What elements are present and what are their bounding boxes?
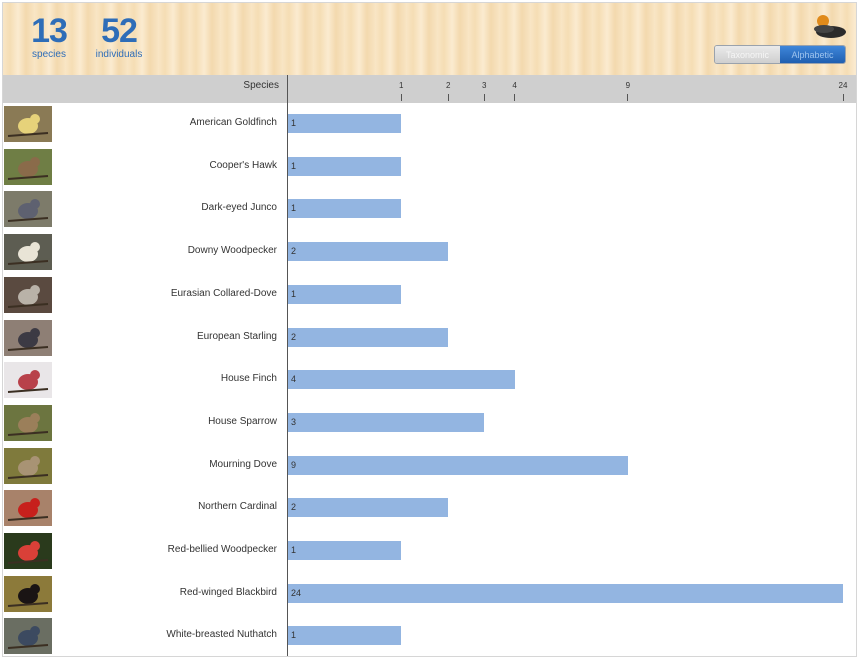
species-name: Cooper's Hawk <box>209 159 278 171</box>
tick-mark <box>627 94 629 101</box>
species-name: House Finch <box>220 373 277 385</box>
tick-label: 9 <box>625 81 631 90</box>
count-label: 1 <box>291 545 297 555</box>
species-name: European Starling <box>196 330 277 342</box>
count-bar: 4 <box>288 370 515 390</box>
tick-label: 1 <box>399 81 404 90</box>
species-row[interactable]: Northern Cardinal 2 <box>3 487 856 530</box>
count-label: 3 <box>291 416 297 427</box>
species-row[interactable]: Red-winged Blackbird 24 <box>3 573 856 616</box>
tick-label: 24 <box>838 81 848 90</box>
count-bar: 1 <box>288 626 402 646</box>
count-label: 1 <box>291 630 297 641</box>
individuals-stat: 52 individuals <box>91 13 147 61</box>
species-photo <box>4 191 52 228</box>
count-label: 1 <box>291 288 297 299</box>
count-bar: 1 <box>288 199 402 219</box>
species-photo <box>4 447 52 484</box>
count-label: 2 <box>291 331 297 342</box>
tick-label: 4 <box>512 81 517 90</box>
count-label: 2 <box>291 246 297 257</box>
count-bar: 2 <box>288 327 449 347</box>
species-photo <box>4 575 52 612</box>
species-row[interactable]: Downy Woodpecker 2 <box>3 231 856 274</box>
tick-mark <box>514 94 516 101</box>
count-bar: 1 <box>288 284 402 304</box>
species-name: American Goldfinch <box>189 117 277 128</box>
species-row[interactable]: Cooper's Hawk 1 <box>3 146 856 189</box>
count-bar: 24 <box>288 583 843 603</box>
species-name: Mourning Dove <box>209 458 277 470</box>
species-name: Red-bellied Woodpecker <box>167 544 277 555</box>
count-bar: 1 <box>288 541 402 560</box>
species-row[interactable]: Dark-eyed Junco 1 <box>3 188 856 231</box>
species-row[interactable]: House Finch 4 <box>3 359 856 402</box>
species-column-header: Species <box>243 80 279 91</box>
count-bar: 9 <box>288 455 628 475</box>
individuals-count: 52 <box>101 12 138 50</box>
toggle-taxonomic[interactable]: Taxonomic <box>715 46 780 63</box>
species-name: Northern Cardinal <box>198 501 277 513</box>
species-photo <box>4 148 52 185</box>
tick-mark <box>447 94 449 101</box>
toggle-alphabetic[interactable]: Alphabetic <box>780 46 845 63</box>
tick-label: 3 <box>481 81 487 90</box>
count-label: 2 <box>291 502 297 513</box>
species-photo <box>4 362 52 399</box>
bird-count-panel: 13 species 52 individuals Taxonomic Alph… <box>2 2 857 657</box>
tick-label: 2 <box>445 81 451 90</box>
count-label: 1 <box>291 160 297 171</box>
count-label: 1 <box>291 118 297 128</box>
count-bar: 3 <box>288 412 485 432</box>
species-row[interactable]: Red-bellied Woodpecker 1 <box>3 530 856 573</box>
species-photo <box>4 234 52 271</box>
species-row[interactable]: House Sparrow 3 <box>3 402 856 445</box>
tick-mark <box>400 94 402 101</box>
count-bar: 2 <box>288 242 449 262</box>
chart-header: Species <box>3 75 856 103</box>
species-photo <box>4 319 52 356</box>
species-photo <box>4 533 52 569</box>
bird-logo-icon <box>814 15 846 38</box>
species-name: Eurasian Collared-Dove <box>170 287 277 299</box>
species-photo <box>4 404 52 441</box>
species-name: Dark-eyed Junco <box>201 202 277 214</box>
species-count: 13 <box>31 12 68 50</box>
species-row[interactable]: Mourning Dove 9 <box>3 445 856 488</box>
species-photo <box>4 490 52 527</box>
species-row[interactable]: White-breasted Nuthatch 1 <box>3 615 856 656</box>
species-name: White-breasted Nuthatch <box>166 629 277 641</box>
species-name: Downy Woodpecker <box>187 245 277 257</box>
count-bar: 1 <box>288 156 402 176</box>
species-stat: 13 species <box>29 13 69 61</box>
species-row[interactable]: American Goldfinch 1 <box>3 103 856 146</box>
tick-mark <box>842 94 844 101</box>
species-row[interactable]: Eurasian Collared-Dove 1 <box>3 274 856 317</box>
count-label: 4 <box>291 374 297 385</box>
count-label: 24 <box>291 587 302 598</box>
species-name: Red-winged Blackbird <box>179 586 277 598</box>
sort-toggle[interactable]: Taxonomic Alphabetic <box>714 45 846 64</box>
count-bar: 2 <box>288 498 449 518</box>
species-photo <box>4 106 52 142</box>
species-photo <box>4 618 52 655</box>
individuals-label: individuals <box>95 49 143 60</box>
species-name: House Sparrow <box>208 415 277 427</box>
species-row[interactable]: European Starling 2 <box>3 317 856 360</box>
summary-header: 13 species 52 individuals Taxonomic Alph… <box>3 3 856 75</box>
species-label: species <box>32 49 66 60</box>
tick-mark <box>483 94 485 101</box>
count-label: 1 <box>291 203 297 214</box>
count-label: 9 <box>291 459 297 470</box>
count-bar: 1 <box>288 114 402 133</box>
species-photo <box>4 276 52 313</box>
